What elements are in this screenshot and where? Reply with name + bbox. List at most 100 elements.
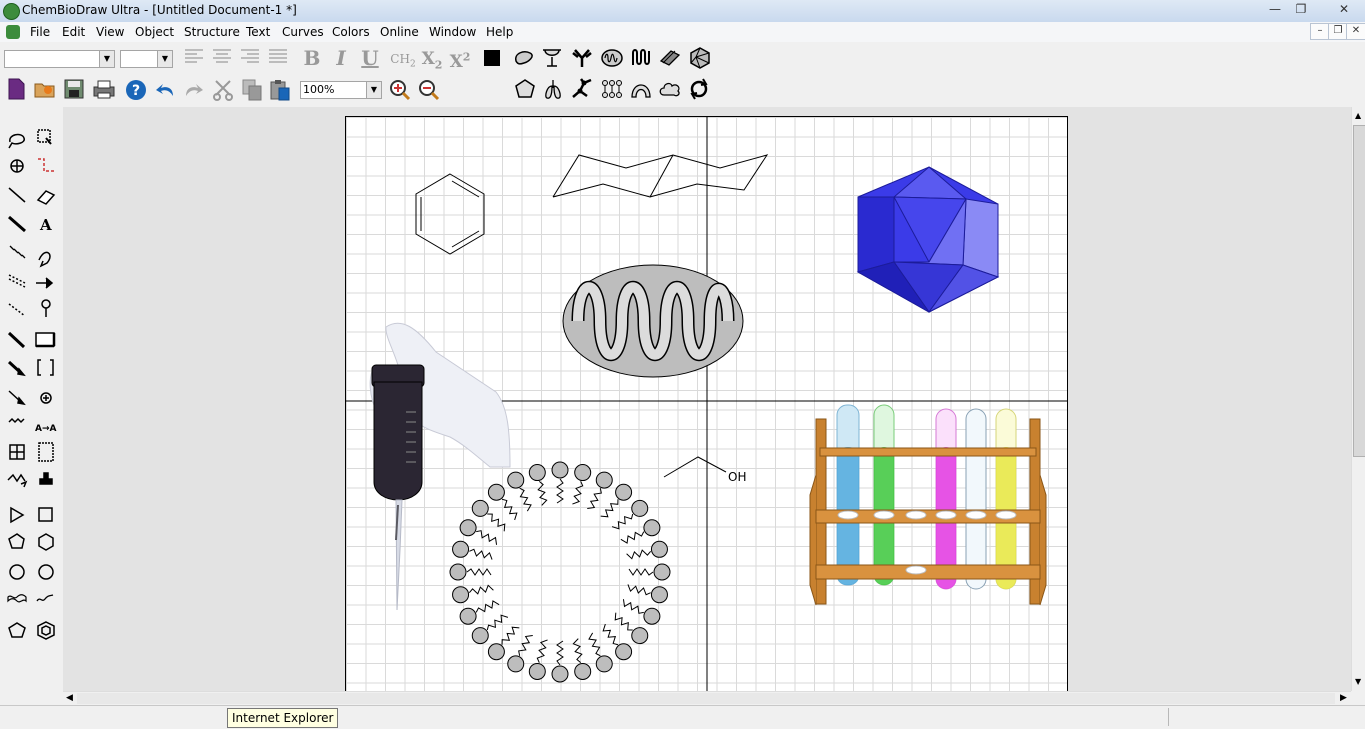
cut-icon[interactable] [211, 78, 235, 102]
query-tool[interactable] [34, 415, 58, 439]
font-select[interactable]: ▼ [4, 50, 115, 68]
doc-minimize-button[interactable]: – [1310, 23, 1330, 40]
font-size-select[interactable]: ▼ [120, 50, 173, 68]
protein-icon[interactable] [512, 47, 536, 71]
benzene-tool[interactable] [34, 618, 58, 642]
cyclohexane-chair-tool[interactable] [5, 589, 29, 613]
zoom-out-icon[interactable] [417, 78, 441, 102]
hashed-wedge-tool[interactable] [5, 299, 29, 323]
acyclic-chain-tool[interactable] [5, 473, 29, 497]
formula-button[interactable]: CH2 [390, 47, 416, 71]
copy-icon[interactable] [240, 78, 264, 102]
horizontal-scrollbar[interactable]: ◀ ▶ [63, 691, 1351, 706]
cyclohexane-tool[interactable] [34, 531, 58, 555]
wavy-bond-tool[interactable] [5, 415, 29, 439]
italic-button[interactable]: I [329, 46, 353, 70]
scroll-right-icon[interactable]: ▶ [1340, 693, 1347, 703]
save-icon[interactable] [62, 78, 86, 102]
vertical-scroll-thumb[interactable] [1353, 125, 1365, 457]
marquee-tool[interactable] [34, 124, 58, 148]
drawing-elements-tool[interactable] [34, 328, 58, 352]
subscript-button[interactable]: X2 [420, 47, 444, 71]
solid-bond-tool[interactable] [5, 183, 29, 207]
doc-restore-button[interactable]: ❐ [1328, 23, 1348, 40]
lungs-icon[interactable] [541, 77, 565, 101]
templates-tool[interactable] [34, 473, 58, 497]
tlc-tool[interactable] [34, 444, 58, 468]
antibody-icon[interactable] [570, 47, 594, 71]
membrane-icon[interactable] [630, 47, 654, 71]
align-center-icon[interactable] [210, 47, 234, 71]
minimize-button[interactable]: — [1262, 0, 1288, 18]
orbital-tool[interactable] [34, 299, 58, 323]
menu-edit[interactable]: Edit [62, 25, 85, 39]
menu-view[interactable]: View [96, 25, 124, 39]
arrow-tool[interactable] [34, 270, 58, 294]
rotate-tool[interactable] [5, 154, 29, 178]
chain-tool[interactable] [34, 154, 58, 178]
open-folder-icon[interactable] [33, 78, 57, 102]
lasso-tool[interactable] [5, 124, 29, 148]
menu-text[interactable]: Text [246, 25, 270, 39]
cyclopentane-tool[interactable] [5, 531, 29, 555]
wedge-bond-tool[interactable] [5, 328, 29, 352]
scroll-left-icon[interactable]: ◀ [66, 693, 73, 703]
doc-close-button[interactable]: ✕ [1346, 23, 1365, 40]
align-left-icon[interactable] [182, 47, 206, 71]
lab-glassware-icon[interactable] [540, 47, 564, 71]
horizontal-scroll-thumb[interactable] [77, 693, 1335, 704]
cycle-icon[interactable] [687, 77, 711, 101]
pen-tool[interactable] [34, 241, 58, 265]
menu-online[interactable]: Online [380, 25, 419, 39]
close-button[interactable]: ✕ [1326, 0, 1362, 18]
print-icon[interactable] [92, 78, 116, 102]
polyhedron-icon[interactable] [688, 47, 712, 71]
zoom-select[interactable]: 100% ▼ [300, 81, 382, 99]
menu-colors[interactable]: Colors [332, 25, 370, 39]
text-tool[interactable] [34, 212, 58, 236]
arch-icon[interactable] [629, 77, 653, 101]
align-right-icon[interactable] [238, 47, 262, 71]
hashed-bond-tool[interactable] [5, 241, 29, 265]
undo-icon[interactable] [153, 78, 177, 102]
cyclooctane-tool[interactable] [34, 560, 58, 584]
cloud-icon[interactable] [658, 77, 682, 101]
menu-structure[interactable]: Structure [184, 25, 240, 39]
cyclopentadiene-tool[interactable] [5, 618, 29, 642]
document-page[interactable]: OH [345, 116, 1068, 696]
color-picker-button[interactable] [480, 46, 504, 70]
scroll-up-icon[interactable]: ▲ [1355, 111, 1361, 120]
organelle-icon[interactable] [600, 47, 624, 71]
menu-object[interactable]: Object [135, 25, 174, 39]
superscript-button[interactable]: X2 [448, 45, 472, 72]
document-icon[interactable] [6, 25, 20, 39]
bilayer-icon[interactable] [600, 77, 624, 101]
table-tool[interactable] [5, 444, 29, 468]
brackets-tool[interactable] [34, 357, 58, 381]
justify-icon[interactable] [266, 47, 290, 71]
menu-file[interactable]: File [30, 25, 50, 39]
bold-button[interactable]: B [300, 46, 324, 70]
paste-icon[interactable] [268, 78, 292, 102]
menu-window[interactable]: Window [429, 25, 476, 39]
zoom-in-icon[interactable] [388, 78, 412, 102]
bold-bond-tool[interactable] [5, 212, 29, 236]
molecule-icon[interactable] [570, 77, 594, 101]
redo-icon[interactable] [182, 78, 206, 102]
hollow-wedge-tool[interactable] [5, 386, 29, 410]
new-document-icon[interactable] [4, 78, 28, 102]
wedged-bond-tool[interactable] [5, 357, 29, 381]
scroll-down-icon[interactable]: ▼ [1355, 677, 1361, 686]
cyclohexane-chair2-tool[interactable] [34, 589, 58, 613]
underline-button[interactable]: U [358, 46, 382, 70]
dna-icon[interactable] [658, 47, 682, 71]
restore-button[interactable]: ❐ [1288, 0, 1314, 18]
cyclopropane-tool[interactable] [5, 502, 29, 526]
cycloalkane-icon[interactable] [513, 77, 537, 101]
cyclobutane-tool[interactable] [34, 502, 58, 526]
eraser-tool[interactable] [34, 183, 58, 207]
menu-help[interactable]: Help [486, 25, 513, 39]
cycloheptane-tool[interactable] [5, 560, 29, 584]
dashed-bond-tool[interactable] [5, 270, 29, 294]
menu-curves[interactable]: Curves [282, 25, 324, 39]
